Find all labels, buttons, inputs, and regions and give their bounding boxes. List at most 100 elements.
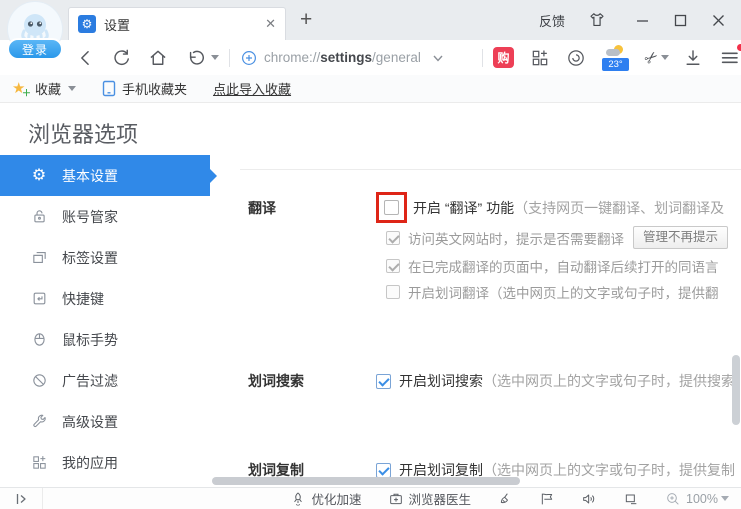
minimize-button[interactable] <box>631 10 653 30</box>
import-bookmarks-link[interactable]: 点此导入收藏 <box>213 79 291 98</box>
auto-translate-label: 在已完成翻译的页面中，自动翻译后续打开的同语言 <box>408 260 719 275</box>
bookmarks-bar: ★ ＋ 收藏 手机收藏夹 点此导入收藏 <box>0 75 741 103</box>
sidebar-item-hotkeys[interactable]: 快捷键 <box>0 278 210 319</box>
translate-section-row: 翻译 开启 “翻译” 功能 （支持网页一键翻译、划词翻译及 <box>248 192 741 223</box>
lock-icon <box>30 208 48 226</box>
clean-traces-button[interactable] <box>497 491 513 507</box>
favorites-star-icon: ★ ＋ <box>12 79 31 98</box>
home-icon[interactable] <box>148 48 168 68</box>
mobile-favorites-label: 手机收藏夹 <box>122 82 188 97</box>
url-scheme: chrome:// <box>264 50 321 65</box>
zoom-in-magnifier-icon <box>665 491 681 507</box>
vertical-scrollbar[interactable] <box>732 355 740 425</box>
undo-dropdown-caret[interactable] <box>211 55 219 60</box>
new-tab-button[interactable]: + <box>300 8 312 32</box>
undo-icon[interactable] <box>184 48 208 68</box>
sidebar-item-mouse-gestures[interactable]: 鼠标手势 <box>0 319 210 360</box>
favorites-menu[interactable]: ★ ＋ 收藏 <box>12 79 77 98</box>
apps-grid-icon[interactable] <box>530 48 550 68</box>
translate-section-label: 翻译 <box>248 199 276 216</box>
spiral-circle-icon[interactable] <box>566 48 586 68</box>
word-search-checkbox[interactable] <box>376 373 391 389</box>
sidebar-item-advanced-settings[interactable]: 高级设置 <box>0 401 210 442</box>
word-translate-checkbox[interactable] <box>386 285 400 299</box>
main-menu-button[interactable] <box>719 43 741 69</box>
url-host: settings <box>320 50 373 65</box>
tab-close-icon[interactable]: ✕ <box>265 16 276 32</box>
hotkey-icon <box>30 290 48 308</box>
download-icon[interactable] <box>683 48 703 68</box>
speed-boost-button[interactable]: 优化加速 <box>290 489 362 508</box>
horizontal-scrollbar[interactable] <box>212 477 520 485</box>
page-fullscreen-button[interactable] <box>623 491 639 507</box>
sidebar-expand-icon[interactable] <box>14 491 30 507</box>
refresh-icon[interactable] <box>112 48 132 68</box>
phone-icon <box>102 80 116 97</box>
translate-sub-row-3: 开启划词翻译（选中网页上的文字或句子时，提供翻 <box>386 282 741 302</box>
sidebar-item-account-manager[interactable]: 账号管家 <box>0 196 210 237</box>
address-bar[interactable]: chrome://settings/general <box>240 49 472 67</box>
settings-content: 翻译 开启 “翻译” 功能 （支持网页一键翻译、划词翻译及 访问英文网站时，提示… <box>210 155 741 487</box>
tab-title: 设置 <box>104 17 131 33</box>
word-search-hint: （选中网页上的文字或句子时，提供搜索 <box>483 373 735 389</box>
prompt-translate-label: 访问英文网站时，提示是否需要翻译 <box>408 231 624 247</box>
maximize-button[interactable] <box>669 10 691 30</box>
tab-settings[interactable]: ⚙ 设置 ✕ <box>68 7 286 40</box>
manage-no-prompt-button[interactable]: 管理不再提示 <box>633 226 729 249</box>
browser-doctor-label: 浏览器医生 <box>408 493 472 507</box>
gear-icon: ⚙ <box>31 166 47 184</box>
screenshot-scissors-icon[interactable]: ✂ <box>640 46 663 70</box>
word-copy-checkbox[interactable] <box>376 462 391 478</box>
browser-doctor-button[interactable]: 浏览器医生 <box>388 489 472 508</box>
sidebar-item-tab-settings[interactable]: 标签设置 <box>0 237 210 278</box>
sidebar-item-my-apps[interactable]: 我的应用 <box>0 442 210 483</box>
url-text[interactable]: chrome://settings/general <box>264 50 421 65</box>
medkit-icon <box>388 491 404 507</box>
screenshot-dropdown-caret[interactable] <box>661 55 670 60</box>
user-area: 登录 <box>6 2 66 66</box>
translate-enable-hint: （支持网页一键翻译、划词翻译及 <box>514 199 725 216</box>
status-bar: 优化加速 浏览器医生 100% <box>0 487 741 509</box>
login-button[interactable]: 登录 <box>7 38 63 60</box>
sidebar-item-basic-settings[interactable]: ⚙ 基本设置 <box>0 155 217 196</box>
translate-enable-label: 开启 “翻译” 功能 <box>413 199 515 216</box>
browser-window: ⚙ 设置 ✕ + 反馈 登录 chrome://settings/general… <box>0 0 741 509</box>
divider <box>482 48 483 67</box>
weather-widget[interactable]: 23° <box>602 44 629 71</box>
translate-sub-row-2: 在已完成翻译的页面中，自动翻译后续打开的同语言 <box>386 256 741 276</box>
highlight-red-box <box>376 192 407 223</box>
auto-translate-checkbox[interactable] <box>386 259 400 273</box>
skin-tshirt-icon[interactable] <box>587 10 607 30</box>
mute-button[interactable] <box>581 491 597 507</box>
titlebar: ⚙ 设置 ✕ + 反馈 <box>0 0 741 40</box>
word-search-row: 划词搜索 开启划词搜索 （选中网页上的文字或句子时，提供搜索 <box>248 371 741 391</box>
zoom-level-value: 100% <box>686 491 718 506</box>
zoom-caret <box>721 496 729 501</box>
page-header: 浏览器选项 <box>0 103 741 155</box>
report-flag-button[interactable] <box>539 491 555 507</box>
shopping-icon[interactable]: 购 <box>493 47 514 68</box>
speaker-icon <box>581 491 597 507</box>
mobile-favorites[interactable]: 手机收藏夹 <box>102 79 187 98</box>
url-dropdown-chevron-icon[interactable] <box>431 51 445 65</box>
url-path: /general <box>372 50 421 65</box>
translate-enable-checkbox[interactable] <box>384 200 399 215</box>
mouse-icon <box>30 331 48 349</box>
section-divider <box>240 169 741 170</box>
word-translate-label: 开启划词翻译（选中网页上的文字或句子时，提供翻 <box>408 286 719 301</box>
rocket-icon <box>290 491 306 507</box>
settings-gear-favicon: ⚙ <box>78 15 96 33</box>
close-button[interactable] <box>707 10 729 30</box>
cloud-icon <box>606 48 620 56</box>
temperature-badge: 23° <box>602 57 629 71</box>
zoom-control[interactable]: 100% <box>665 491 729 507</box>
feedback-link[interactable]: 反馈 <box>539 11 565 30</box>
apps-plus-icon <box>30 454 48 472</box>
wrench-icon <box>30 413 48 431</box>
back-icon[interactable] <box>76 48 96 68</box>
divider <box>42 488 43 509</box>
prompt-translate-checkbox[interactable] <box>386 230 400 245</box>
sidebar-item-ad-filter[interactable]: 广告过滤 <box>0 360 210 401</box>
notification-dot <box>737 43 741 51</box>
window-restore-icon <box>623 491 639 507</box>
